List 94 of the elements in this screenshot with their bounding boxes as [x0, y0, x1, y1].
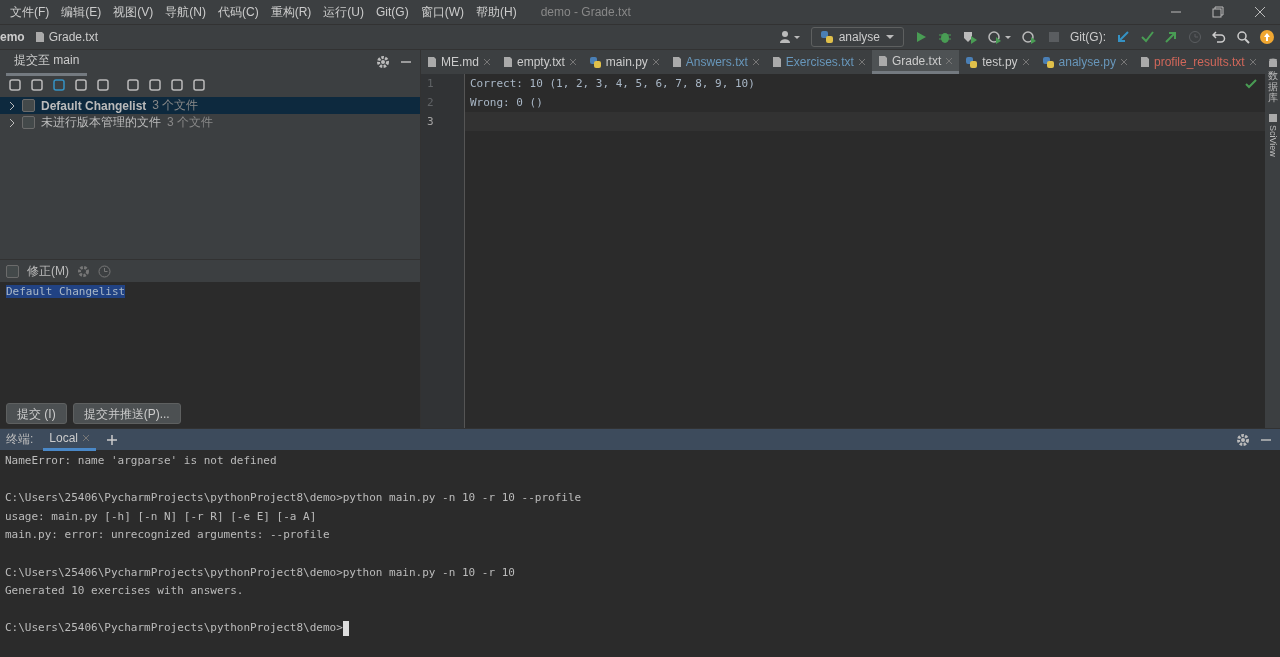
file-icon [503, 56, 513, 68]
profile-icon[interactable] [988, 30, 1012, 44]
close-icon[interactable] [651, 58, 660, 66]
update-icon[interactable] [1260, 30, 1274, 44]
git-label: Git(G): [1070, 30, 1106, 44]
menu-item[interactable]: 窗口(W) [420, 3, 464, 21]
menu-item[interactable]: Git(G) [376, 5, 409, 19]
add-icon[interactable] [106, 433, 119, 446]
menu-item[interactable]: 文件(F) [10, 3, 50, 21]
file-count: 3 个文件 [167, 114, 213, 131]
push-arrow-icon[interactable] [1164, 30, 1178, 44]
sciview-tool-tab[interactable]: SciView [1267, 113, 1278, 157]
breadcrumb-item[interactable]: Grade.txt [34, 30, 99, 44]
file-icon [34, 31, 45, 43]
window-title: demo - Grade.txt [540, 5, 631, 19]
changelist-row[interactable]: Default Changelist 3 个文件 [0, 97, 420, 114]
close-icon[interactable] [483, 58, 491, 66]
code-line: Wrong: 0 () [470, 96, 543, 109]
file-icon [671, 56, 682, 68]
coverage-icon[interactable] [962, 30, 978, 44]
file-count: 3 个文件 [152, 97, 199, 114]
python-icon [819, 30, 834, 44]
close-icon[interactable] [1254, 6, 1266, 18]
close-icon[interactable] [568, 58, 577, 66]
close-icon[interactable] [1021, 58, 1030, 66]
terminal-line: C:\Users\25406\PycharmProjects\pythonProject8\demo> [5, 620, 343, 637]
checkbox[interactable] [22, 116, 35, 129]
menu-item[interactable]: 编辑(E) [61, 3, 102, 21]
terminal-line: C:\Users\25406\PycharmProjects\pythonProject8\demo>python main.py -n 10 -r 10 [5, 564, 515, 581]
menu-item[interactable]: 重构(R) [270, 3, 312, 21]
menu-item[interactable]: 帮助(H) [476, 3, 517, 21]
changelist-label: 未进行版本管理的文件 [41, 114, 161, 131]
menu-item[interactable]: 代码(C) [218, 3, 259, 21]
changelist-row[interactable]: 未进行版本管理的文件 3 个文件 [0, 114, 420, 131]
menu-item[interactable]: 导航(N) [165, 3, 206, 21]
grid-icon [1267, 113, 1278, 123]
python-icon [588, 55, 602, 69]
terminal-line: usage: main.py [-h] [-n N] [-r R] [-e E] [-a A] [5, 508, 317, 525]
terminal-line: C:\Users\25406\PycharmProjects\pythonProject8\demo>python main.py -n 10 -r 10 --profile [5, 490, 582, 507]
clock-icon[interactable] [98, 264, 111, 278]
menu-item[interactable]: 视图(V) [113, 3, 154, 21]
amend-label: 修正(M) [27, 262, 69, 280]
close-icon[interactable] [1248, 58, 1257, 66]
run-icon[interactable] [914, 30, 928, 44]
terminal-label: 终端: [6, 431, 34, 448]
terminal-line: main.py: error: unrecognized arguments: --profile [5, 527, 330, 544]
chevron-icon[interactable] [8, 117, 16, 128]
settings-icon[interactable] [376, 54, 390, 69]
file-icon [771, 56, 782, 68]
settings-icon[interactable] [1236, 432, 1250, 447]
python-icon [965, 55, 979, 69]
editor-tab[interactable]: Answers.txt [665, 50, 766, 74]
checkbox[interactable] [22, 99, 35, 112]
menu-item[interactable]: 运行(U) [323, 3, 364, 21]
update-arrow-icon[interactable] [1116, 30, 1130, 44]
file-icon [877, 54, 888, 67]
database-icon [1267, 58, 1278, 68]
settings-icon[interactable] [77, 264, 90, 278]
search-icon[interactable] [1236, 30, 1250, 44]
commit-message-field[interactable]: Default Changelist [0, 282, 420, 399]
python-icon [1041, 55, 1055, 69]
editor-tab[interactable]: analyse.py [1035, 50, 1134, 74]
attach-icon[interactable] [1022, 30, 1038, 44]
terminal-tab[interactable]: Local [43, 428, 97, 451]
editor-tab[interactable]: Exercises.txt [765, 50, 872, 74]
restore-icon[interactable] [1212, 6, 1224, 18]
changelist-label: Default Changelist [41, 98, 147, 113]
commit-tab[interactable]: 提交至 main [6, 47, 88, 76]
user-icon[interactable] [778, 30, 801, 44]
commit-button[interactable]: 提交并推送(P)... [72, 403, 181, 424]
editor-tab[interactable]: main.py [582, 50, 666, 74]
line-number: 3 [426, 114, 435, 130]
editor-tab[interactable]: Grade.txt [871, 50, 960, 74]
editor-tab[interactable]: test.py [959, 50, 1036, 74]
terminal-line: Generated 10 exercises with answers. [5, 583, 244, 600]
file-icon [1139, 56, 1150, 68]
close-icon[interactable] [1119, 58, 1128, 66]
code-line: Correct: 10 (1, 2, 3, 4, 5, 6, 7, 8, 9, 10) [470, 77, 755, 90]
close-icon[interactable] [857, 58, 866, 66]
check-icon [1245, 79, 1257, 89]
close-icon[interactable] [751, 58, 760, 66]
check-icon[interactable] [1140, 30, 1154, 44]
commit-button[interactable]: 提交 (I) [6, 403, 67, 424]
database-tool-tab[interactable]: 数据库 [1267, 58, 1278, 103]
file-icon [427, 56, 437, 68]
editor-tab[interactable]: empty.txt [497, 50, 583, 74]
breadcrumb-item[interactable]: emo [0, 30, 25, 44]
run-config-dropdown[interactable]: analyse [810, 27, 904, 47]
bug-icon[interactable] [938, 30, 952, 44]
chevron-icon[interactable] [8, 100, 16, 111]
amend-checkbox[interactable] [6, 264, 19, 278]
caret-icon [885, 34, 895, 40]
editor-tab[interactable]: ME.md [421, 50, 497, 74]
terminal-line: NameError: name 'argparse' is not defined [5, 453, 277, 469]
